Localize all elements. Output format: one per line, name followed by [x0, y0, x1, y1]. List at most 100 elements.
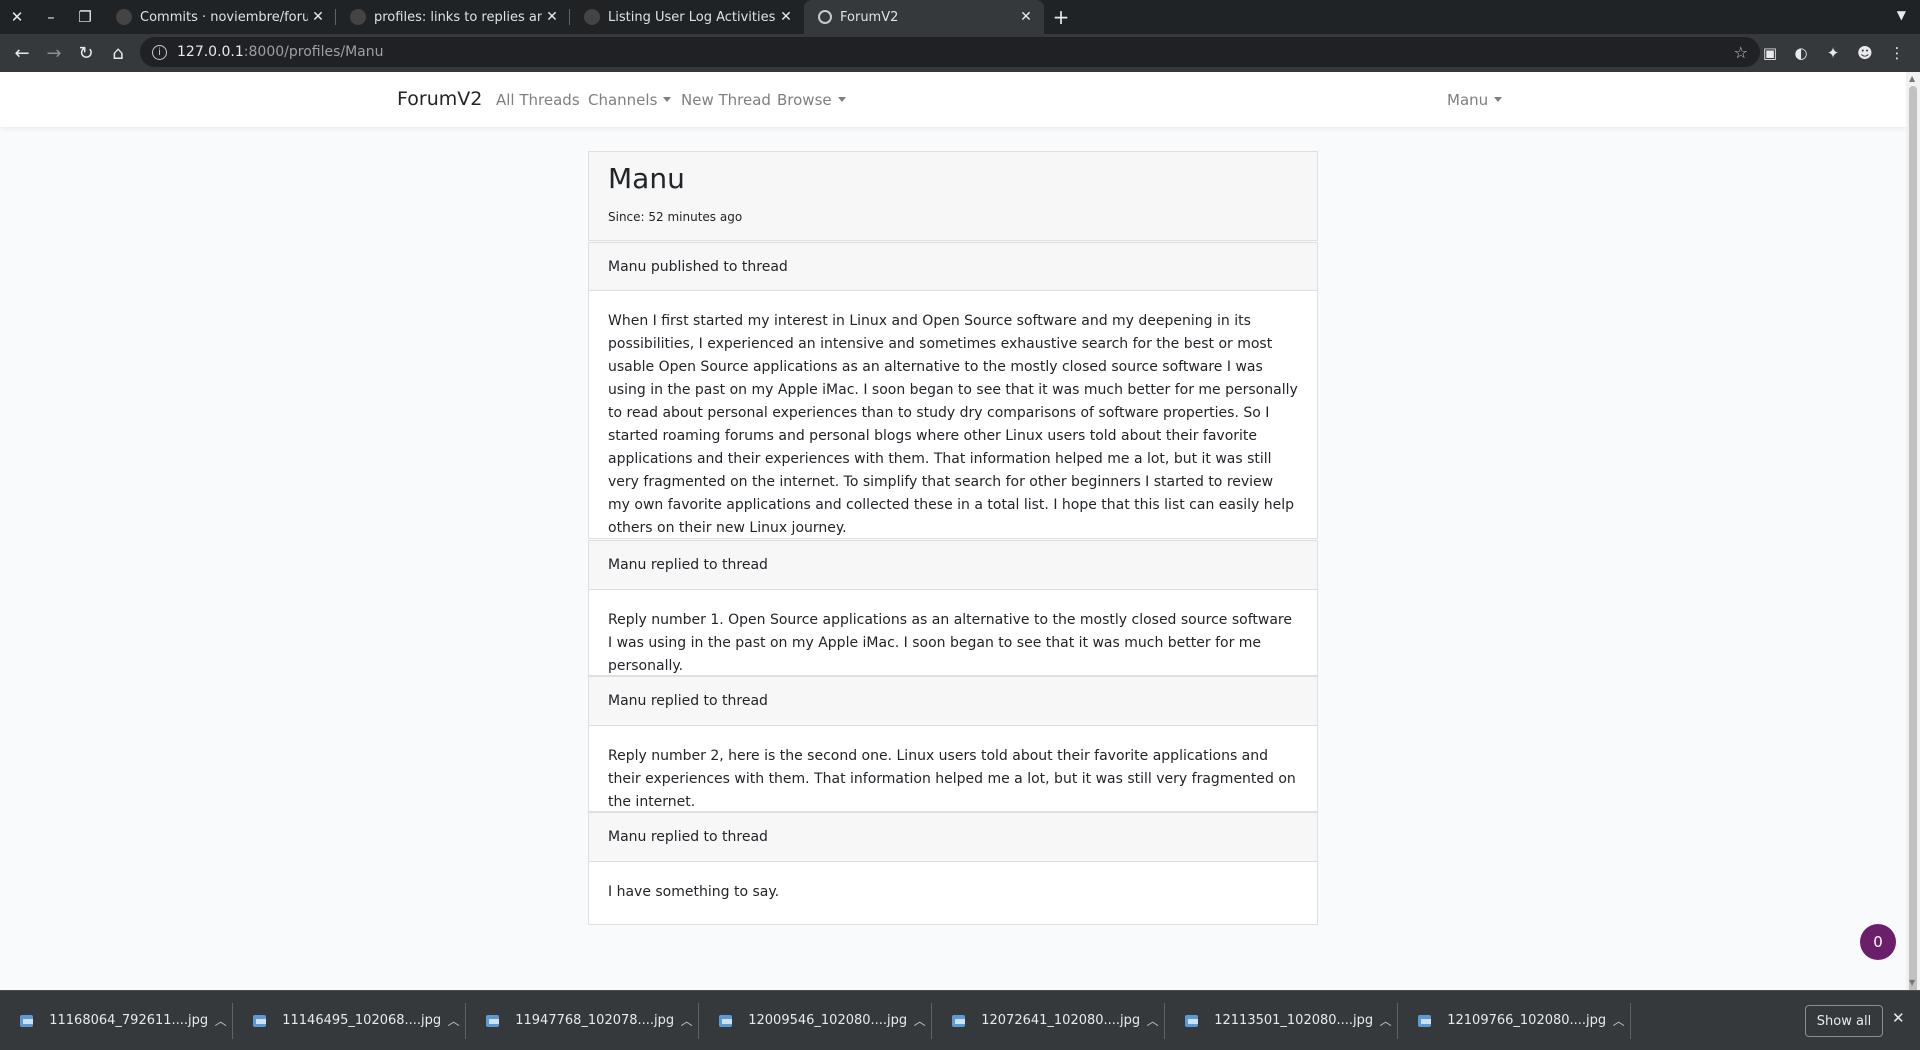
activity-card: Manu replied to thread I have something … [588, 812, 1318, 925]
nav-browse-label: Browse [777, 91, 832, 109]
home-icon[interactable]: ⌂ [102, 37, 134, 69]
chevron-up-icon[interactable]: ︿ [1140, 1012, 1165, 1029]
browser-tab[interactable]: Commits · noviembre/forumttd ✕ [102, 0, 336, 34]
github-icon [584, 9, 600, 25]
nav-user-dropdown[interactable]: Manu [1447, 91, 1503, 109]
download-filename: 11146495_102068....jpg [282, 1013, 442, 1028]
nav-browse-dropdown[interactable]: Browse [777, 91, 846, 109]
activity-body: When I first started my interest in Linu… [608, 313, 1298, 536]
chevron-up-icon[interactable]: ︿ [907, 1012, 932, 1029]
github-icon [350, 9, 366, 25]
browser-tab-active[interactable]: ForumV2 ✕ [804, 0, 1044, 34]
activity-header: Manu replied to thread [589, 677, 1317, 726]
browser-menu-icon[interactable]: ⋮ [1886, 42, 1908, 64]
image-file-icon [719, 1014, 733, 1027]
nav-channels-dropdown[interactable]: Channels [588, 91, 672, 109]
scroll-down-arrow-icon[interactable]: ▼ [1909, 978, 1915, 987]
extension-icon[interactable]: ▣ [1759, 42, 1781, 64]
notification-count-badge[interactable]: 0 [1860, 924, 1896, 960]
caret-down-icon [837, 97, 846, 102]
download-filename: 11168064_792611....jpg [49, 1013, 209, 1028]
activity-header: Manu replied to thread [589, 813, 1317, 862]
activity-body: Reply number 2, here is the second one. … [608, 748, 1296, 810]
privacy-extension-icon[interactable]: ◐ [1790, 42, 1812, 64]
download-filename: 12109766_102080....jpg [1447, 1013, 1607, 1028]
nav-new-thread[interactable]: New Thread [681, 91, 771, 109]
window-close-icon[interactable]: ✕ [0, 0, 34, 34]
activity-body: I have something to say. [608, 884, 780, 900]
tab-search-chevron-icon[interactable]: ▼ [1897, 8, 1906, 22]
download-filename: 11947768_102078....jpg [515, 1013, 675, 1028]
download-filename: 12113501_102080....jpg [1214, 1013, 1374, 1028]
download-item[interactable]: 12113501_102080....jpg ︿ [1165, 991, 1398, 1050]
download-item[interactable]: 12109766_102080....jpg ︿ [1398, 991, 1631, 1050]
scroll-up-arrow-icon[interactable]: ▲ [1909, 74, 1915, 83]
downloads-shelf: 11168064_792611....jpg ︿ 11146495_102068… [0, 990, 1920, 1050]
activity-card: Manu replied to thread Reply number 1. O… [588, 540, 1318, 676]
scrollbar-thumb[interactable] [1909, 86, 1917, 994]
page-scrollbar[interactable]: ▲ ▼ [1906, 72, 1920, 994]
window-restore-icon[interactable]: ❐ [68, 0, 102, 34]
browser-toolbar: ← → ↻ ⌂ i 127.0.0.1:8000/profiles/Manu ☆… [0, 34, 1920, 72]
browser-tab-strip: ✕ – ❐ Commits · noviembre/forumttd ✕ pro… [0, 0, 1920, 34]
activity-header: Manu published to thread [589, 243, 1317, 291]
chevron-up-icon[interactable]: ︿ [674, 1012, 699, 1029]
url-host: 127.0.0.1 [177, 44, 244, 60]
globe-icon [818, 10, 832, 24]
chevron-up-icon[interactable]: ︿ [208, 1012, 233, 1029]
github-icon [116, 9, 132, 25]
address-bar[interactable]: i 127.0.0.1:8000/profiles/Manu ☆ [140, 37, 1760, 67]
tab-close-icon[interactable]: ✕ [776, 9, 796, 25]
download-item[interactable]: 12009546_102080....jpg ︿ [699, 991, 932, 1050]
tab-close-icon[interactable]: ✕ [1016, 9, 1036, 25]
reload-icon[interactable]: ↻ [70, 37, 102, 69]
page-viewport: ForumV2 All Threads Channels New Thread … [0, 72, 1906, 990]
site-brand[interactable]: ForumV2 [397, 88, 482, 110]
site-info-icon[interactable]: i [152, 44, 167, 60]
download-item[interactable]: 12072641_102080....jpg ︿ [932, 991, 1165, 1050]
site-navbar: ForumV2 All Threads Channels New Thread … [0, 72, 1906, 127]
caret-down-icon [1494, 97, 1503, 102]
caret-down-icon [663, 97, 672, 102]
download-filename: 12009546_102080....jpg [748, 1013, 908, 1028]
activity-card: Manu replied to thread Reply number 2, h… [588, 676, 1318, 812]
image-file-icon [1418, 1014, 1432, 1027]
chevron-up-icon[interactable]: ︿ [441, 1012, 466, 1029]
download-item[interactable]: 11146495_102068....jpg ︿ [233, 991, 466, 1050]
tab-close-icon[interactable]: ✕ [542, 9, 562, 25]
download-filename: 12072641_102080....jpg [981, 1013, 1141, 1028]
image-file-icon [1185, 1014, 1199, 1027]
url-path: :8000/profiles/Manu [243, 44, 384, 60]
nav-channels-label: Channels [588, 91, 658, 109]
tab-close-icon[interactable]: ✕ [308, 9, 328, 25]
browser-tab[interactable]: Listing User Log Activities · nov ✕ [570, 0, 804, 34]
url-text: 127.0.0.1:8000/profiles/Manu [177, 44, 384, 60]
tab-title: ForumV2 [840, 9, 899, 25]
tab-title: Listing User Log Activities · nov [608, 9, 776, 25]
image-file-icon [486, 1014, 500, 1027]
chevron-up-icon[interactable]: ︿ [1606, 1012, 1631, 1029]
close-shelf-icon[interactable]: ✕ [1892, 1009, 1905, 1027]
browser-tab[interactable]: profiles: links to replies and thr ✕ [336, 0, 570, 34]
activity-card: Manu published to thread When I first st… [588, 242, 1318, 539]
profile-since: Since: 52 minutes ago [608, 210, 743, 224]
nav-all-threads[interactable]: All Threads [496, 91, 580, 109]
profile-avatar-icon[interactable]: ☻ [1854, 42, 1876, 64]
extensions-puzzle-icon[interactable]: ✦ [1822, 42, 1844, 64]
tab-title: profiles: links to replies and thr [374, 9, 542, 25]
chevron-up-icon[interactable]: ︿ [1373, 1012, 1398, 1029]
tab-title: Commits · noviembre/forumttd [140, 9, 308, 25]
image-file-icon [253, 1014, 267, 1027]
download-item[interactable]: 11947768_102078....jpg ︿ [466, 991, 699, 1050]
activity-header: Manu replied to thread [589, 541, 1317, 590]
bookmark-star-icon[interactable]: ☆ [1734, 43, 1748, 62]
new-tab-plus-icon[interactable]: + [1044, 0, 1078, 34]
download-item[interactable]: 11168064_792611....jpg ︿ [0, 991, 233, 1050]
window-minimize-icon[interactable]: – [34, 0, 68, 34]
activity-body: Reply number 1. Open Source applications… [608, 612, 1292, 674]
show-all-downloads-button[interactable]: Show all [1805, 1005, 1883, 1037]
back-arrow-icon[interactable]: ← [6, 37, 38, 69]
forward-arrow-icon[interactable]: → [38, 37, 70, 69]
nav-user-label: Manu [1447, 91, 1489, 109]
profile-name: Manu [608, 162, 685, 195]
